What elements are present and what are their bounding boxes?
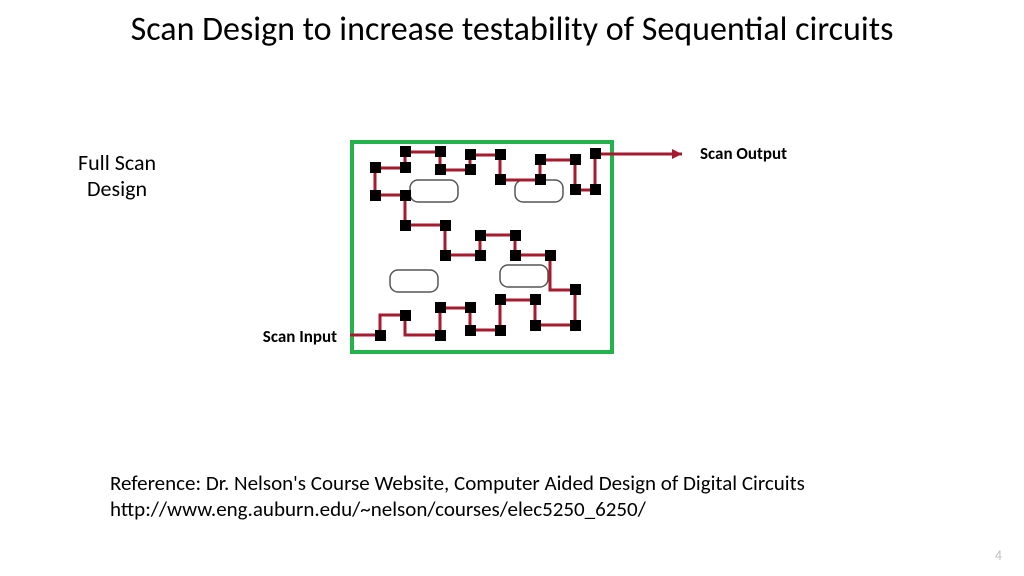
reference-block: Reference: Dr. Nelson's Course Website, … [110,470,805,523]
scan-input-label: Scan Input [237,326,337,347]
scan-chain-path [354,152,612,335]
reference-line1: Reference: Dr. Nelson's Course Website, … [110,470,805,496]
full-scan-line2: Design [87,175,147,202]
logic-block-icon [390,270,438,292]
full-scan-line1: Full Scan [78,149,156,176]
full-scan-design-label: Full Scan Design [78,150,156,203]
scan-output-arrow-head [672,149,682,159]
scan-output-label: Scan Output [700,143,787,164]
logic-block-icon [500,265,548,287]
page-number: 4 [995,547,1002,564]
slide-title: Scan Design to increase testability of S… [0,10,1024,49]
scan-chain-diagram [350,140,700,365]
reference-line2: http://www.eng.auburn.edu/~nelson/course… [110,496,805,522]
logic-block-icon [410,180,458,202]
scan-flipflops-group [370,146,601,341]
